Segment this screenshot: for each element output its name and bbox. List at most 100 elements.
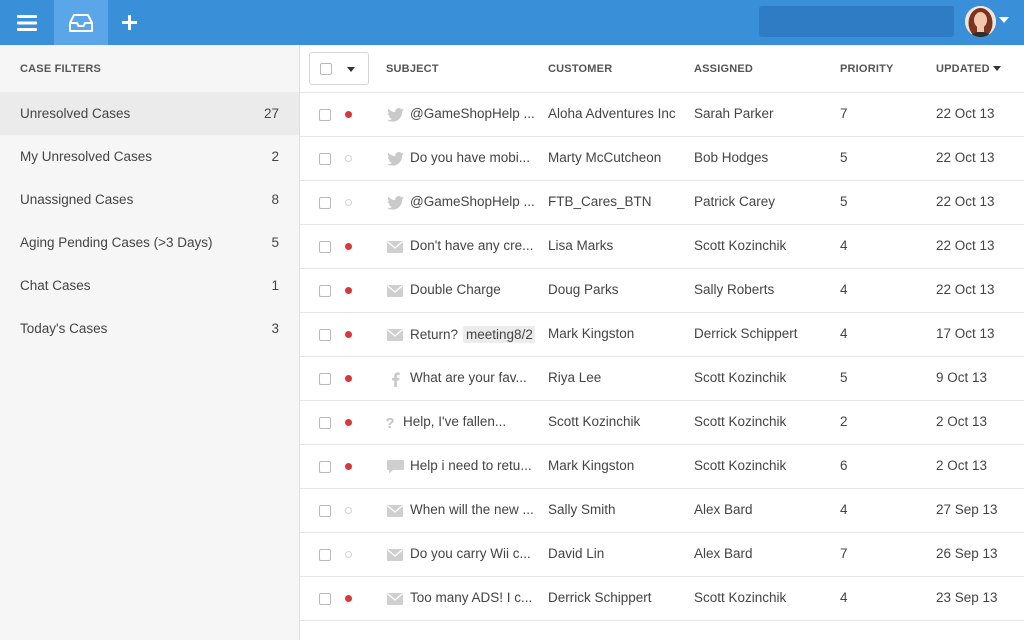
chevron-down-icon[interactable] <box>347 67 355 72</box>
case-subject[interactable]: Don't have any cre... <box>410 238 535 253</box>
subject-text: When will the new ... <box>410 502 534 517</box>
row-checkbox[interactable] <box>319 373 331 385</box>
status-indicator <box>345 507 352 514</box>
case-updated: 23 Sep 13 <box>936 590 998 605</box>
case-updated: 27 Sep 13 <box>936 502 998 517</box>
case-subject[interactable]: What are your fav... <box>410 370 535 385</box>
table-row[interactable]: Do you have mobi... Marty McCutcheon Bob H… <box>300 137 1024 181</box>
status-indicator <box>345 287 352 294</box>
row-checkbox[interactable] <box>319 153 331 165</box>
case-customer[interactable]: Mark Kingston <box>548 326 688 341</box>
filter-label: Unassigned Cases <box>20 192 134 207</box>
menu-button[interactable] <box>0 0 54 45</box>
case-subject[interactable]: Double Charge <box>410 282 535 297</box>
table-row[interactable]: Double Charge Doug Parks Sally Roberts 4 22 … <box>300 269 1024 313</box>
search-input[interactable] <box>759 6 954 37</box>
case-customer[interactable]: Derrick Schippert <box>548 590 688 605</box>
table-row[interactable]: Do you carry Wii c... David Lin Alex Bard 7… <box>300 533 1024 577</box>
row-checkbox[interactable] <box>319 241 331 253</box>
email-icon <box>386 503 404 519</box>
row-checkbox[interactable] <box>319 197 331 209</box>
case-subject[interactable]: @GameShopHelp ... <box>410 106 535 121</box>
row-checkbox[interactable] <box>319 549 331 561</box>
select-all-checkbox[interactable] <box>320 63 332 75</box>
twitter-icon <box>386 107 404 123</box>
status-indicator <box>345 375 352 382</box>
case-customer[interactable]: Doug Parks <box>548 282 688 297</box>
column-subject[interactable]: SUBJECT <box>386 63 439 75</box>
column-updated[interactable]: UPDATED <box>936 63 1001 75</box>
row-checkbox[interactable] <box>319 329 331 341</box>
table-row[interactable]: Too many ADS! I c... Derrick Schippert Sco… <box>300 577 1024 621</box>
case-customer[interactable]: Scott Kozinchik <box>548 414 688 429</box>
twitter-icon <box>386 195 404 211</box>
case-customer[interactable]: Aloha Adventures Inc <box>548 106 688 121</box>
case-customer[interactable]: FTB_Cares_BTN <box>548 194 688 209</box>
case-subject[interactable]: @GameShopHelp ... <box>410 194 535 209</box>
case-customer[interactable]: Sally Smith <box>548 502 688 517</box>
user-menu-caret-icon[interactable] <box>999 17 1009 23</box>
row-checkbox[interactable] <box>319 285 331 297</box>
case-customer[interactable]: David Lin <box>548 546 688 561</box>
filter-unassigned-cases[interactable]: Unassigned Cases 8 <box>0 178 299 221</box>
filter-unresolved-cases[interactable]: Unresolved Cases 27 <box>0 92 299 135</box>
case-assignee: Patrick Carey <box>694 194 776 209</box>
table-row[interactable]: When will the new ... Sally Smith Alex Bar… <box>300 489 1024 533</box>
facebook-icon <box>386 371 404 387</box>
row-checkbox[interactable] <box>319 505 331 517</box>
row-checkbox[interactable] <box>319 461 331 473</box>
column-updated-label: UPDATED <box>936 63 990 75</box>
case-priority: 5 <box>840 150 848 165</box>
select-all-dropdown[interactable] <box>309 52 369 85</box>
filter-label: Today's Cases <box>20 321 108 336</box>
table-row[interactable]: Return? meeting8/2 Mark Kingston Derrick Sc… <box>300 313 1024 357</box>
case-customer[interactable]: Marty McCutcheon <box>548 150 688 165</box>
column-priority[interactable]: PRIORITY <box>840 63 894 75</box>
status-indicator <box>345 419 352 426</box>
table-row[interactable]: ? Help, I've fallen... Scott Kozinchik Scot… <box>300 401 1024 445</box>
filter-chat-cases[interactable]: Chat Cases 1 <box>0 264 299 307</box>
row-checkbox[interactable] <box>319 109 331 121</box>
avatar[interactable] <box>965 6 996 37</box>
new-case-button[interactable] <box>102 0 156 45</box>
status-indicator <box>345 463 352 470</box>
case-customer[interactable]: Mark Kingston <box>548 458 688 473</box>
case-customer[interactable]: Riya Lee <box>548 370 688 385</box>
subject-text: What are your fav... <box>410 370 527 385</box>
filter-my-unresolved-cases[interactable]: My Unresolved Cases 2 <box>0 135 299 178</box>
column-assigned[interactable]: ASSIGNED <box>694 63 753 75</box>
case-subject[interactable]: When will the new ... <box>410 502 535 517</box>
column-customer[interactable]: CUSTOMER <box>548 63 612 75</box>
filter-aging-pending-cases[interactable]: Aging Pending Cases (>3 Days) 5 <box>0 221 299 264</box>
table-row[interactable]: Help i need to retu... Mark Kingston Scott… <box>300 445 1024 489</box>
case-subject[interactable]: Do you have mobi... <box>410 150 535 165</box>
table-header: SUBJECT CUSTOMER ASSIGNED PRIORITY UPDAT… <box>300 45 1024 93</box>
case-subject[interactable]: Return? meeting8/2 <box>410 326 535 343</box>
row-checkbox[interactable] <box>319 417 331 429</box>
table-row[interactable]: @GameShopHelp ... Aloha Adventures Inc Sar… <box>300 93 1024 137</box>
table-row[interactable]: What are your fav... Riya Lee Scott Kozinc… <box>300 357 1024 401</box>
subject-text: @GameShopHelp ... <box>410 194 535 209</box>
case-subject[interactable]: Do you carry Wii c... <box>410 546 535 561</box>
case-assignee: Scott Kozinchik <box>694 238 787 253</box>
subject-text: Don't have any cre... <box>410 238 534 253</box>
case-subject[interactable]: Help, I've fallen... <box>403 414 528 429</box>
case-updated: 17 Oct 13 <box>936 326 995 341</box>
case-updated: 22 Oct 13 <box>936 238 995 253</box>
case-subject[interactable]: Help i need to retu... <box>410 458 535 473</box>
row-checkbox[interactable] <box>319 593 331 605</box>
case-subject[interactable]: Too many ADS! I c... <box>410 590 535 605</box>
filter-count: 1 <box>271 278 279 293</box>
inbox-tab[interactable] <box>54 0 108 45</box>
case-priority: 2 <box>840 414 848 429</box>
case-updated: 22 Oct 13 <box>936 282 995 297</box>
filter-todays-cases[interactable]: Today's Cases 3 <box>0 307 299 350</box>
case-priority: 4 <box>840 326 848 341</box>
table-row[interactable]: Don't have any cre... Lisa Marks Scott Koz… <box>300 225 1024 269</box>
status-indicator <box>345 551 352 558</box>
case-customer[interactable]: Lisa Marks <box>548 238 688 253</box>
case-tag[interactable]: meeting8/2 <box>463 326 535 343</box>
table-row[interactable]: @GameShopHelp ... FTB_Cares_BTN Patrick Ca… <box>300 181 1024 225</box>
subject-text: Double Charge <box>410 282 501 297</box>
menu-icon <box>17 14 37 31</box>
